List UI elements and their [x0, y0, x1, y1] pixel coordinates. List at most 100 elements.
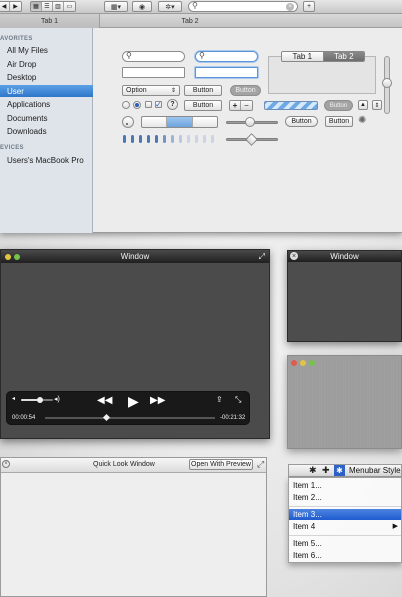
radio-on[interactable]: [133, 101, 141, 109]
segment-2[interactable]: [167, 117, 193, 127]
zoom-button[interactable]: [309, 360, 315, 366]
button-label: Button: [291, 118, 312, 125]
checkbox-on[interactable]: ✓: [155, 100, 162, 109]
fast-forward-icon[interactable]: ▶▶: [150, 395, 165, 406]
close-button[interactable]: [291, 360, 297, 366]
text-field[interactable]: [122, 67, 185, 78]
search-input[interactable]: ⚲ ×: [188, 1, 298, 12]
gear-icon[interactable]: ✱: [309, 465, 317, 476]
fullscreen-icon[interactable]: ⤢: [259, 252, 265, 262]
radio-off[interactable]: [122, 101, 130, 109]
search-field-round[interactable]: ⚲: [122, 51, 185, 62]
nav-buttons: ◀ ▶: [0, 1, 22, 12]
column-view-icon[interactable]: ▥: [53, 2, 64, 11]
push-button[interactable]: Button: [184, 85, 222, 96]
share-icon[interactable]: ⇪: [216, 395, 223, 404]
menu-item-label: Item 2...: [293, 493, 322, 502]
disclosure-up-button[interactable]: ▲: [358, 100, 368, 110]
minimize-button[interactable]: [5, 254, 11, 260]
quicklook-button[interactable]: ◉: [132, 1, 152, 12]
menu-item[interactable]: Item 2...: [289, 492, 401, 503]
clear-search-icon[interactable]: ×: [286, 3, 294, 11]
button-label: Open With Preview: [191, 461, 251, 468]
tab-view-tab-1[interactable]: Tab 1: [282, 52, 324, 61]
back-button[interactable]: ◀: [0, 2, 10, 11]
ticked-slider-track[interactable]: [226, 133, 278, 146]
sidebar-item-applications[interactable]: Applications: [0, 98, 93, 110]
sidebar-item-user[interactable]: User: [0, 85, 93, 97]
checkbox-off[interactable]: [145, 101, 152, 108]
text-field-focused[interactable]: [195, 67, 258, 78]
new-tab-button[interactable]: +: [303, 1, 315, 12]
close-icon[interactable]: ×: [2, 460, 10, 468]
fullscreen-icon[interactable]: ⤢: [257, 459, 264, 470]
sidebar-item-documents[interactable]: Documents: [0, 112, 93, 124]
menu-item-selected[interactable]: Item 3...: [289, 509, 401, 520]
forward-button[interactable]: ▶: [10, 2, 21, 11]
up-arrow-icon: ▲: [360, 102, 366, 108]
remove-button[interactable]: −: [241, 101, 252, 110]
scrubber-track[interactable]: [45, 413, 215, 422]
sidebar-item-all-my-files[interactable]: All My Files: [0, 44, 93, 56]
slider-thumb[interactable]: [245, 117, 255, 127]
tab-2[interactable]: Tab 2: [100, 14, 280, 28]
puzzle-icon[interactable]: ✚: [322, 465, 330, 476]
arrange-button[interactable]: ▦▾: [104, 1, 128, 12]
disabled-pill-button[interactable]: Button: [230, 85, 261, 96]
scrubber-thumb[interactable]: [103, 413, 111, 422]
circular-slider-knob[interactable]: [122, 116, 134, 128]
sidebar-item-airdrop[interactable]: Air Drop: [0, 58, 93, 70]
search-field-focused[interactable]: ⚲: [195, 51, 258, 62]
sidebar-item-desktop[interactable]: Desktop: [0, 71, 93, 83]
menu-item[interactable]: Item 1...: [289, 480, 401, 491]
sidebar: AVORITES All My Files Air Drop Desktop U…: [0, 28, 93, 233]
menu-item[interactable]: Item 5...: [289, 538, 401, 549]
sidebar-item-label: Documents: [7, 113, 48, 123]
zoom-button[interactable]: [14, 254, 20, 260]
round-button-1[interactable]: Button: [285, 116, 318, 127]
push-button-2[interactable]: Button: [184, 100, 222, 111]
tab-1[interactable]: Tab 1: [0, 14, 100, 28]
segment-3[interactable]: [193, 117, 217, 127]
sidebar-item-macbook[interactable]: Users's MacBook Pro: [0, 154, 93, 166]
menu-item-submenu[interactable]: Item 4 ▶: [289, 521, 401, 532]
eye-icon: ◉: [138, 3, 146, 11]
small-dark-window: Window ×: [287, 250, 402, 342]
sidebar-item-downloads[interactable]: Downloads: [0, 125, 93, 137]
option-popup[interactable]: Option ⇕: [122, 85, 180, 96]
rewind-icon[interactable]: ◀◀: [97, 395, 112, 406]
vertical-slider-track[interactable]: [382, 56, 392, 114]
coverflow-view-icon[interactable]: ▭: [64, 2, 75, 11]
disabled-small-pill-button[interactable]: Button: [324, 100, 353, 111]
video-window-titlebar: Window: [1, 250, 269, 263]
help-button[interactable]: ?: [167, 99, 178, 110]
exit-fullscreen-icon[interactable]: ⤡: [235, 395, 241, 405]
tab-view-tab-2[interactable]: Tab 2: [323, 52, 364, 61]
menubar-title[interactable]: Menubar Style: [349, 466, 401, 475]
icon-view-icon[interactable]: ▦: [31, 2, 42, 11]
help-icon: ?: [170, 101, 175, 108]
minimize-button[interactable]: [300, 360, 306, 366]
level-segment: [179, 135, 182, 143]
level-indicator: [123, 135, 219, 143]
slider-thumb[interactable]: [245, 133, 258, 146]
stepper[interactable]: ⇕: [372, 100, 382, 110]
square-button[interactable]: Button: [325, 116, 353, 127]
play-icon[interactable]: ▶: [128, 393, 139, 410]
indeterminate-progress-bar: [264, 101, 318, 110]
volume-high-icon: ◂): [54, 396, 60, 403]
volume-knob[interactable]: [37, 397, 44, 403]
open-with-preview-button[interactable]: Open With Preview: [189, 459, 253, 470]
quicklook-window: × Quick Look Window Open With Preview ⤢: [0, 457, 267, 597]
action-button[interactable]: ✲▾: [158, 1, 182, 12]
horizontal-slider-track[interactable]: [226, 117, 278, 127]
close-icon[interactable]: ×: [290, 252, 298, 260]
volume-slider-track[interactable]: [21, 397, 53, 403]
star-icon[interactable]: ✱: [334, 465, 345, 476]
add-button[interactable]: +: [230, 101, 241, 110]
vertical-slider-thumb[interactable]: [382, 78, 392, 88]
menu-item[interactable]: Item 6...: [289, 550, 401, 561]
finder-window: ◀ ▶ ▦ ☰ ▥ ▭ ▦▾ ◉ ✲▾ ⚲ × + Tab 1 Tab 2 AV…: [0, 0, 402, 233]
list-view-icon[interactable]: ☰: [42, 2, 53, 11]
segment-1[interactable]: [142, 117, 168, 127]
